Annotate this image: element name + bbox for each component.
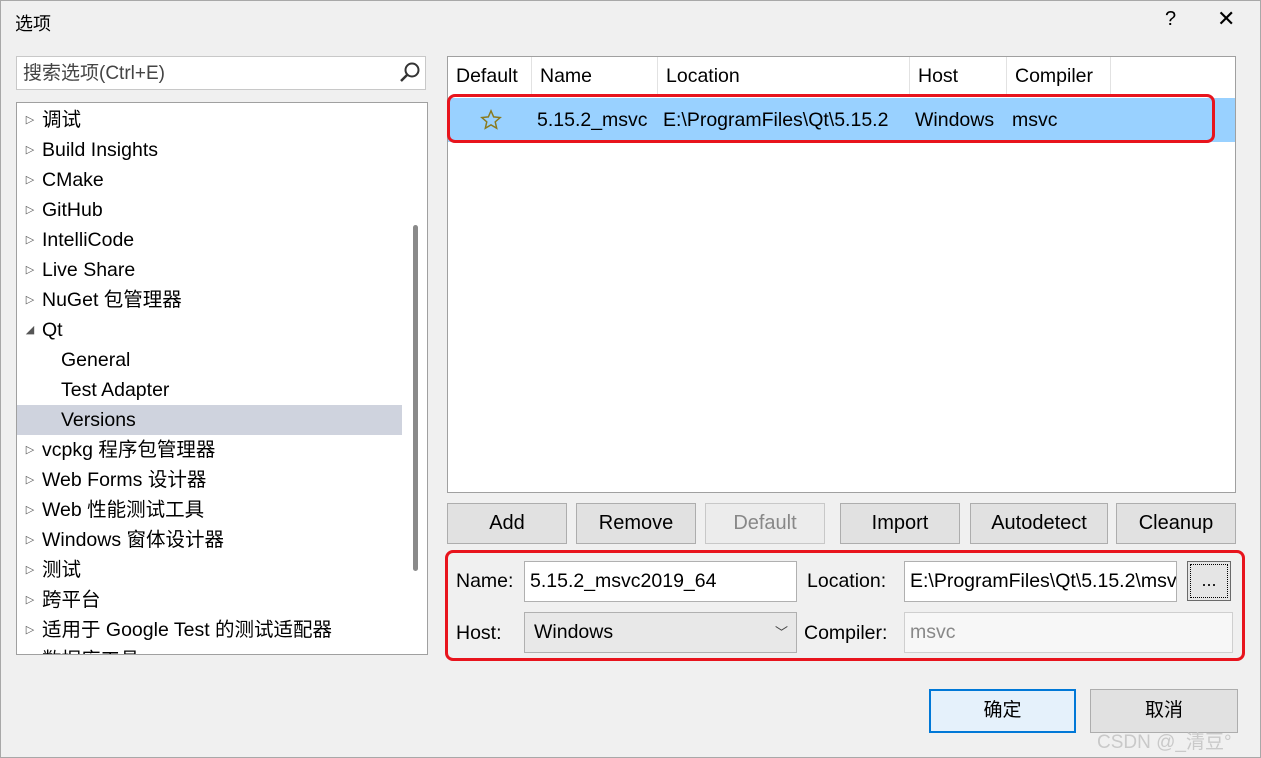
tree-item-label: Build Insights xyxy=(42,139,158,161)
watermark: CSDN @_清豆° xyxy=(1097,732,1232,753)
title-bar: 选项 ? ✕ xyxy=(1,1,1260,41)
tree-item-label: IntelliCode xyxy=(42,229,135,251)
tree-item[interactable]: ▷ NuGet 包管理器 xyxy=(17,285,402,315)
compiler-label: Compiler: xyxy=(804,622,888,644)
table-row[interactable]: 5.15.2_msvc E:\ProgramFiles\Qt\5.15.2 Wi… xyxy=(448,98,1235,142)
tree-item[interactable]: ▷ 适用于 Google Test 的测试适配器 xyxy=(17,615,402,645)
versions-grid: Default Name Location Host Compiler 5.15… xyxy=(447,56,1236,493)
dialog-title: 选项 xyxy=(15,14,51,34)
tree-item[interactable]: ▷ Build Insights xyxy=(17,135,402,165)
tree-item-label: Web Forms 设计器 xyxy=(42,469,207,491)
search-box xyxy=(16,56,426,90)
autodetect-button[interactable]: Autodetect xyxy=(970,503,1108,544)
tree-item[interactable]: ▷ IntelliCode xyxy=(17,225,402,255)
default-button[interactable]: Default xyxy=(705,503,825,544)
cell-compiler: msvc xyxy=(1012,109,1058,131)
star-icon[interactable] xyxy=(480,109,502,131)
location-field[interactable]: E:\ProgramFiles\Qt\5.15.2\msvc2019_64 xyxy=(904,561,1177,602)
cell-host: Windows xyxy=(915,109,995,131)
column-header-location[interactable]: Location xyxy=(658,57,910,95)
tree-item-label: GitHub xyxy=(42,199,103,221)
help-button[interactable]: ? xyxy=(1165,8,1176,31)
column-header-host[interactable]: Host xyxy=(910,57,1007,95)
host-select[interactable]: Windows ﹀ xyxy=(524,612,797,653)
collapsed-arrow-icon[interactable]: ▷ xyxy=(23,495,37,525)
cleanup-button[interactable]: Cleanup xyxy=(1116,503,1236,544)
ok-button[interactable]: 确定 xyxy=(929,689,1076,733)
tree-item[interactable]: ▷ 调试 xyxy=(17,105,402,135)
options-tree: ▷数据库工具▷适用于 Google Test 的测试适配器▷跨平台▷测试▷Win… xyxy=(16,102,428,655)
tree-item-label: Live Share xyxy=(42,259,136,281)
expanded-arrow-icon[interactable]: ◢ xyxy=(23,315,37,345)
collapsed-arrow-icon[interactable]: ▷ xyxy=(23,105,37,135)
tree-item-label: 数据库工具 xyxy=(42,645,140,654)
chevron-down-icon: ﹀ xyxy=(774,625,788,640)
name-label: Name: xyxy=(456,570,514,592)
collapsed-arrow-icon[interactable]: ▷ xyxy=(23,165,37,195)
tree-item[interactable]: ▷ Web 性能测试工具 xyxy=(17,495,402,525)
import-button[interactable]: Import xyxy=(840,503,960,544)
tree-item-label: CMake xyxy=(42,169,104,191)
collapsed-arrow-icon[interactable]: ▷ xyxy=(23,645,37,654)
host-select-value: Windows xyxy=(534,621,614,643)
name-field[interactable]: 5.15.2_msvc2019_64 xyxy=(524,561,797,602)
tree-item[interactable]: ▷ vcpkg 程序包管理器 xyxy=(17,435,402,465)
tree-item[interactable]: ◢ Qt xyxy=(17,315,402,345)
tree-item[interactable]: ▷ Live Share xyxy=(17,255,402,285)
collapsed-arrow-icon[interactable]: ▷ xyxy=(23,435,37,465)
tree-item[interactable]: ▷ 数据库工具 xyxy=(17,645,402,654)
tree-item[interactable]: Versions xyxy=(17,405,402,435)
collapsed-arrow-icon[interactable]: ▷ xyxy=(23,615,37,645)
browse-button[interactable]: ... xyxy=(1187,561,1231,601)
tree-item-label: 测试 xyxy=(42,559,82,581)
remove-button[interactable]: Remove xyxy=(576,503,696,544)
collapsed-arrow-icon[interactable]: ▷ xyxy=(23,135,37,165)
tree-item-label: NuGet 包管理器 xyxy=(42,289,182,311)
cell-location: E:\ProgramFiles\Qt\5.15.2 xyxy=(663,109,889,131)
location-label: Location: xyxy=(807,570,887,592)
tree-item[interactable]: General xyxy=(17,345,402,375)
collapsed-arrow-icon[interactable]: ▷ xyxy=(23,465,37,495)
collapsed-arrow-icon[interactable]: ▷ xyxy=(23,585,37,615)
search-input[interactable] xyxy=(21,60,395,88)
tree-item[interactable]: ▷ 跨平台 xyxy=(17,585,402,615)
tree-item-label: 调试 xyxy=(42,109,82,131)
options-dialog: 选项 ? ✕ ▷数据库工具▷适用于 Google Test 的测试适配器▷跨平台… xyxy=(0,0,1261,758)
tree-item[interactable]: ▷ 测试 xyxy=(17,555,402,585)
tree-item-label: 适用于 Google Test 的测试适配器 xyxy=(42,619,333,641)
tree-item-label: General xyxy=(61,349,131,371)
host-label: Host: xyxy=(456,622,502,644)
collapsed-arrow-icon[interactable]: ▷ xyxy=(23,555,37,585)
tree-item[interactable]: ▷ CMake xyxy=(17,165,402,195)
tree-item-label: Versions xyxy=(61,409,136,431)
tree-item-label: Windows 窗体设计器 xyxy=(42,529,225,551)
add-button[interactable]: Add xyxy=(447,503,567,544)
tree-scrollbar[interactable] xyxy=(409,103,427,654)
cell-name: 5.15.2_msvc xyxy=(537,109,648,131)
collapsed-arrow-icon[interactable]: ▷ xyxy=(23,195,37,225)
tree-item[interactable]: Test Adapter xyxy=(17,375,402,405)
collapsed-arrow-icon[interactable]: ▷ xyxy=(23,525,37,555)
tree-item-label: vcpkg 程序包管理器 xyxy=(42,439,216,461)
tree-item[interactable]: ▷ Windows 窗体设计器 xyxy=(17,525,402,555)
tree-item-label: Web 性能测试工具 xyxy=(42,499,205,521)
compiler-field[interactable]: msvc xyxy=(904,612,1233,653)
tree-item-label: Qt xyxy=(42,319,63,341)
column-header-compiler[interactable]: Compiler xyxy=(1007,57,1111,95)
tree-item-label: 跨平台 xyxy=(42,589,101,611)
collapsed-arrow-icon[interactable]: ▷ xyxy=(23,285,37,315)
tree-item[interactable]: ▷ Web Forms 设计器 xyxy=(17,465,402,495)
tree-item[interactable]: ▷ GitHub xyxy=(17,195,402,225)
tree-item-label: Test Adapter xyxy=(61,379,170,401)
search-icon[interactable] xyxy=(397,60,423,86)
collapsed-arrow-icon[interactable]: ▷ xyxy=(23,225,37,255)
close-button[interactable]: ✕ xyxy=(1217,6,1235,32)
column-header-default[interactable]: Default xyxy=(448,57,532,95)
scrollbar-thumb[interactable] xyxy=(413,225,418,571)
column-header-name[interactable]: Name xyxy=(532,57,658,95)
collapsed-arrow-icon[interactable]: ▷ xyxy=(23,255,37,285)
